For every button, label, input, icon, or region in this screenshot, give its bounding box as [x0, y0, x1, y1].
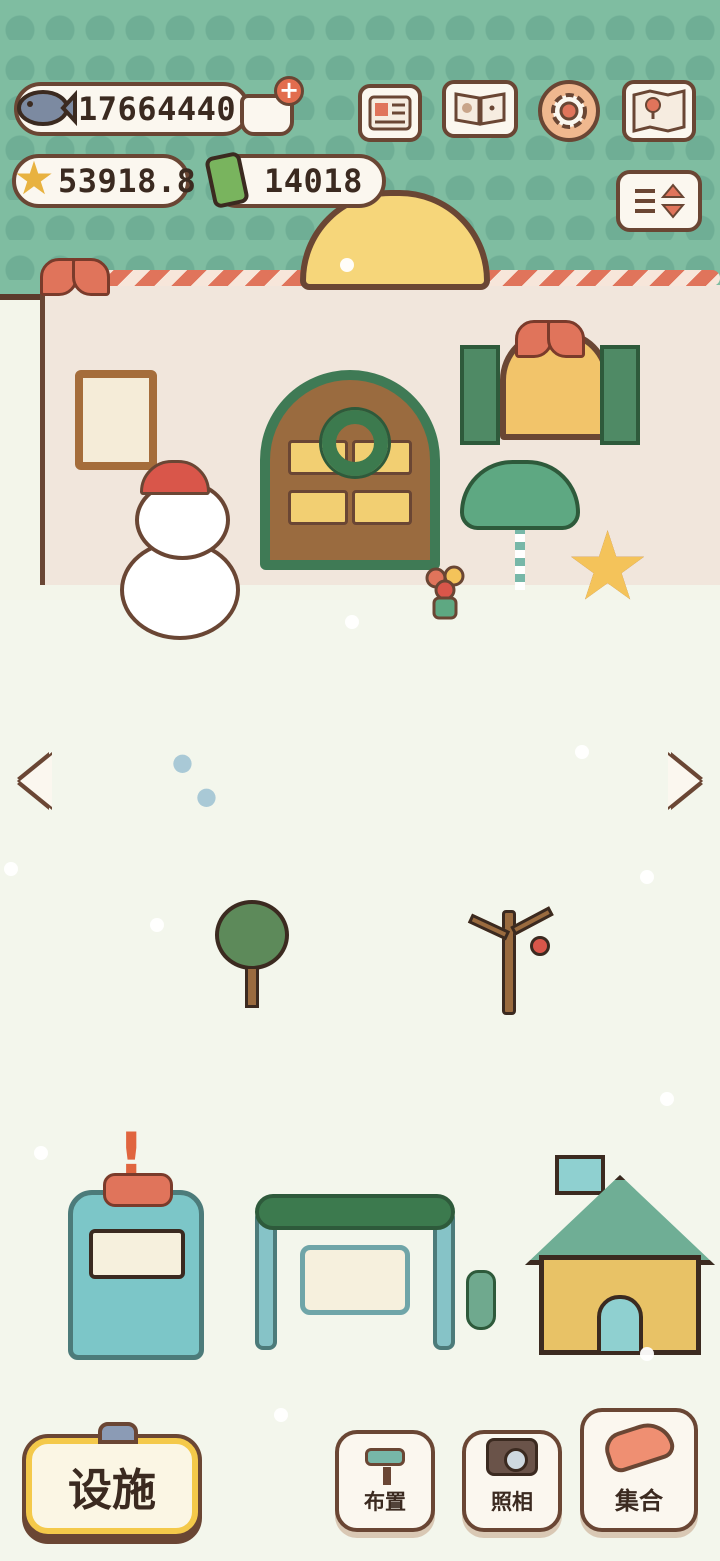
paw-book-icon [454, 92, 506, 126]
snowflake [4, 862, 18, 876]
star-currency-value: 53918.8 [58, 162, 197, 200]
map-icon [632, 89, 686, 133]
tree-branch [510, 906, 554, 936]
star-icon: ★ [13, 151, 55, 205]
cottage-chimney [555, 1155, 605, 1195]
chevron-right-icon [668, 755, 700, 807]
window-bow [515, 312, 585, 362]
gear-icon [551, 93, 587, 129]
fish-currency-value: 17664440 [78, 90, 237, 128]
chevron-left-icon [20, 755, 52, 807]
flower-vase[interactable] [466, 1270, 496, 1330]
shop-cart-button[interactable]: + [238, 76, 304, 142]
mini-christmas-tree[interactable] [460, 450, 580, 590]
door-pane [352, 490, 412, 525]
window-shutter-left [460, 345, 500, 445]
vending-bow [103, 1173, 173, 1207]
battery-icon [200, 150, 254, 210]
settings-button[interactable] [538, 80, 600, 142]
snowflake [640, 870, 654, 884]
layout-label: 布置 [364, 1490, 406, 1514]
wall-portrait[interactable] [75, 370, 157, 470]
fish-icon [10, 78, 80, 138]
bulletin-sign [300, 1245, 410, 1315]
vending-machine[interactable] [68, 1173, 204, 1360]
snowflake [660, 1092, 674, 1106]
previous-scene-arrow[interactable] [14, 750, 58, 812]
apple-fruit[interactable] [530, 936, 550, 956]
bulletin-board-arch[interactable] [255, 1190, 455, 1350]
paint-roller-icon [359, 1436, 411, 1485]
tree-crown [215, 900, 289, 970]
battery-currency-value: 14018 [264, 162, 363, 200]
snowflake [150, 918, 164, 932]
flowering-tree[interactable] [215, 900, 289, 1010]
facility-button[interactable]: 设施 [26, 1422, 198, 1534]
gather-button[interactable]: 集合 [580, 1408, 698, 1532]
snowflake [274, 1408, 288, 1422]
snowflake [340, 258, 354, 272]
arch-garland [255, 1194, 455, 1230]
battery-body [203, 150, 251, 210]
gather-label: 集合 [615, 1487, 663, 1515]
tree-trunk [245, 966, 259, 1008]
paw-print-icon: ● [172, 748, 193, 776]
news-icon [368, 95, 412, 131]
plus-icon: + [274, 76, 304, 106]
next-scene-arrow[interactable] [662, 750, 706, 812]
photo-button[interactable]: 照相 [462, 1430, 562, 1532]
arch-post [433, 1210, 455, 1350]
photo-label: 照相 [491, 1490, 533, 1514]
camera-icon [486, 1436, 538, 1478]
vending-screen [89, 1229, 185, 1279]
star-lamp-decoration[interactable]: ★ [565, 520, 650, 615]
snowflake [640, 1347, 654, 1361]
game-scene: ★ ● ● ! [0, 0, 720, 1561]
clipboard-clip-icon [98, 1422, 138, 1444]
whistle-icon [600, 1416, 678, 1476]
tree-canopy [460, 460, 580, 530]
layout-button[interactable]: 布置 [335, 1430, 435, 1532]
bell-cottage[interactable] [525, 1155, 715, 1365]
flower-bouquet[interactable] [418, 560, 472, 620]
tree-pole [515, 530, 525, 590]
paw-book-button[interactable] [442, 80, 518, 138]
snowflake [34, 1146, 48, 1160]
compare-button[interactable] [616, 170, 702, 232]
window-shutter-right [600, 345, 640, 445]
arch-post [255, 1210, 277, 1350]
christmas-wreath [322, 410, 388, 476]
ribbon-bow [40, 250, 110, 300]
news-button[interactable] [358, 84, 422, 142]
snowflake [345, 615, 359, 629]
door-pane [288, 490, 348, 525]
cottage-roof [525, 1175, 715, 1265]
facility-label: 设施 [68, 1465, 156, 1516]
paw-print-icon: ● [196, 782, 217, 810]
apple-tree[interactable] [460, 900, 560, 1015]
map-button[interactable] [622, 80, 696, 142]
compare-arrows-icon [635, 183, 686, 219]
cottage-door [597, 1295, 643, 1355]
snowflake [575, 745, 589, 759]
